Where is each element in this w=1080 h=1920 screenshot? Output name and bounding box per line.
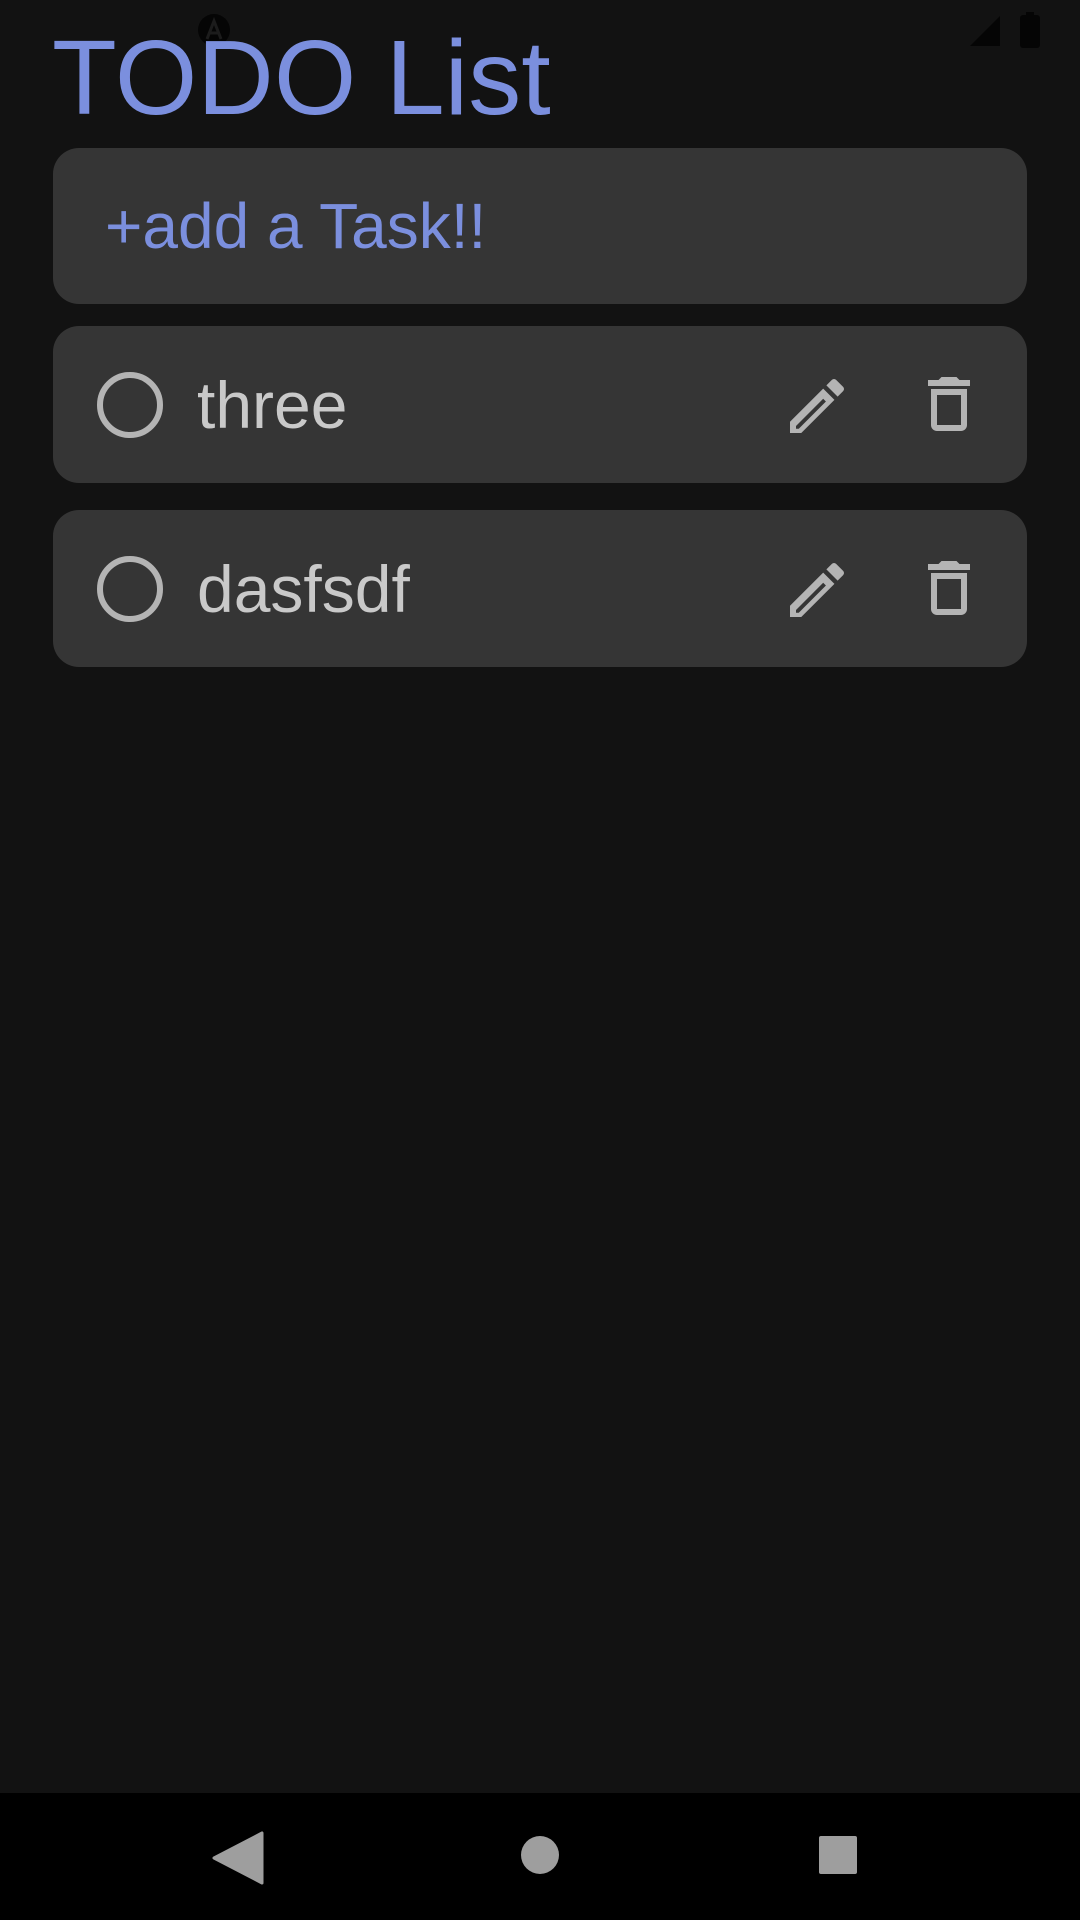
app-screen: TODO List +add a Task!! three dasfsdf	[0, 0, 1080, 1920]
add-task-label: +add a Task!!	[105, 190, 487, 262]
trash-icon[interactable]	[913, 368, 985, 440]
trash-icon[interactable]	[913, 552, 985, 624]
pencil-icon[interactable]	[781, 554, 853, 626]
task-label: three	[197, 368, 348, 442]
page-title: TODO List	[52, 19, 551, 137]
home-circle-icon[interactable]	[520, 1835, 560, 1875]
navigation-bar	[0, 1793, 1080, 1920]
task-item[interactable]: three	[53, 326, 1027, 483]
task-checkbox[interactable]	[97, 372, 163, 438]
task-label: dasfsdf	[197, 552, 410, 626]
recents-square-icon[interactable]	[818, 1835, 858, 1875]
task-checkbox[interactable]	[97, 556, 163, 622]
battery-icon	[1020, 12, 1040, 48]
task-item[interactable]: dasfsdf	[53, 510, 1027, 667]
add-task-button[interactable]: +add a Task!!	[53, 148, 1027, 304]
signal-icon	[970, 16, 1000, 46]
back-triangle-icon[interactable]	[212, 1831, 264, 1885]
pencil-icon[interactable]	[781, 370, 853, 442]
